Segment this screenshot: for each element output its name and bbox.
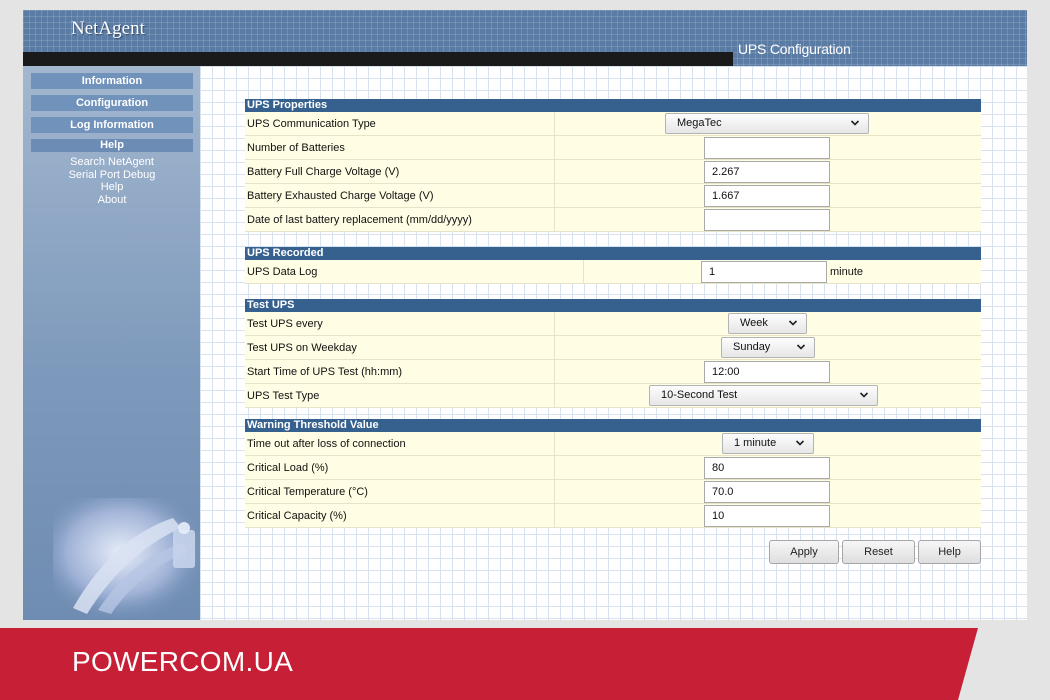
sidebar-help-header: Help xyxy=(31,139,193,152)
test-start-time-input[interactable]: 12:00 xyxy=(704,361,830,383)
row-test-type: UPS Test Type 10-Second Test xyxy=(245,384,981,408)
help-button[interactable]: Help xyxy=(918,540,981,564)
test-every-select[interactable]: Week xyxy=(728,313,807,334)
label-critical-load: Critical Load (%) xyxy=(247,462,329,474)
label-full-charge-voltage: Battery Full Charge Voltage (V) xyxy=(247,166,400,178)
timeout-select[interactable]: 1 minute xyxy=(722,433,814,454)
chevron-down-icon xyxy=(788,320,798,326)
test-weekday-select[interactable]: Sunday xyxy=(721,337,815,358)
row-divider xyxy=(554,184,555,207)
sidebar: Information Configuration Log Informatio… xyxy=(23,66,203,620)
decorative-illustration xyxy=(53,498,203,618)
row-timeout: Time out after loss of connection 1 minu… xyxy=(245,432,981,456)
label-test-weekday: Test UPS on Weekday xyxy=(247,342,357,354)
row-communication-type: UPS Communication Type MegaTec xyxy=(245,112,981,136)
row-divider xyxy=(554,136,555,159)
label-exhausted-charge-voltage: Battery Exhausted Charge Voltage (V) xyxy=(247,190,434,202)
reset-button[interactable]: Reset xyxy=(842,540,915,564)
row-divider xyxy=(554,504,555,527)
row-number-of-batteries: Number of Batteries xyxy=(245,136,981,160)
exhausted-charge-voltage-input[interactable]: 1.667 xyxy=(704,185,830,207)
critical-temperature-input[interactable]: 70.0 xyxy=(704,481,830,503)
footer-brand: POWERCOM.UA xyxy=(72,646,294,677)
row-divider xyxy=(554,208,555,231)
section-header-warning-threshold: Warning Threshold Value xyxy=(245,419,981,432)
test-weekday-value: Sunday xyxy=(733,341,771,353)
data-log-unit: minute xyxy=(830,266,864,278)
number-of-batteries-input[interactable] xyxy=(704,137,830,159)
header-dark-strip xyxy=(23,52,733,66)
label-test-start-time: Start Time of UPS Test (hh:mm) xyxy=(247,366,403,378)
test-every-value: Week xyxy=(740,317,768,329)
critical-load-input[interactable]: 80 xyxy=(704,457,830,479)
row-full-charge-voltage: Battery Full Charge Voltage (V) 2.267 xyxy=(245,160,981,184)
link-search-netagent[interactable]: Search NetAgent xyxy=(31,156,193,169)
label-test-type: UPS Test Type xyxy=(247,390,320,402)
row-data-log: UPS Data Log 1 minute xyxy=(245,260,981,284)
label-communication-type: UPS Communication Type xyxy=(247,118,376,130)
label-critical-capacity: Critical Capacity (%) xyxy=(247,510,347,522)
chevron-down-icon xyxy=(859,392,869,398)
main-content: UPS Properties UPS Communication Type Me… xyxy=(200,66,1027,620)
label-number-of-batteries: Number of Batteries xyxy=(247,142,345,154)
last-replacement-date-input[interactable] xyxy=(704,209,830,231)
row-test-every: Test UPS every Week xyxy=(245,312,981,336)
communication-type-value: MegaTec xyxy=(677,117,722,129)
timeout-value: 1 minute xyxy=(734,437,777,449)
page-title: UPS Configuration xyxy=(738,41,851,57)
link-about[interactable]: About xyxy=(31,194,193,207)
row-critical-temperature: Critical Temperature (°C) 70.0 xyxy=(245,480,981,504)
chevron-down-icon xyxy=(796,344,806,350)
netagent-logo: NetAgent xyxy=(71,18,145,39)
row-test-weekday: Test UPS on Weekday Sunday xyxy=(245,336,981,360)
section-header-ups-properties: UPS Properties xyxy=(245,99,981,112)
section-header-test-ups: Test UPS xyxy=(245,299,981,312)
chevron-down-icon xyxy=(795,440,805,446)
sidebar-tab-configuration[interactable]: Configuration xyxy=(31,95,193,111)
row-critical-capacity: Critical Capacity (%) 10 xyxy=(245,504,981,528)
sidebar-tab-information[interactable]: Information xyxy=(31,73,193,89)
row-divider xyxy=(554,480,555,503)
row-divider xyxy=(554,360,555,383)
section-header-ups-recorded: UPS Recorded xyxy=(245,247,981,260)
link-serial-port-debug[interactable]: Serial Port Debug xyxy=(31,169,193,182)
label-critical-temperature: Critical Temperature (°C) xyxy=(247,486,368,498)
full-charge-voltage-input[interactable]: 2.267 xyxy=(704,161,830,183)
netagent-window: NetAgent UPS Configuration Information C… xyxy=(23,10,1027,620)
row-divider xyxy=(554,432,555,455)
chevron-down-icon xyxy=(850,120,860,126)
row-divider xyxy=(554,112,555,135)
label-last-replacement-date: Date of last battery replacement (mm/dd/… xyxy=(247,214,472,226)
row-divider xyxy=(554,312,555,335)
label-timeout: Time out after loss of connection xyxy=(247,438,406,450)
row-divider xyxy=(554,336,555,359)
link-help[interactable]: Help xyxy=(31,181,193,194)
apply-button[interactable]: Apply xyxy=(769,540,839,564)
sidebar-tab-log-information[interactable]: Log Information xyxy=(31,117,193,133)
label-data-log: UPS Data Log xyxy=(247,266,318,278)
test-type-select[interactable]: 10-Second Test xyxy=(649,385,878,406)
row-divider xyxy=(554,160,555,183)
help-links-list: Search NetAgent Serial Port Debug Help A… xyxy=(31,156,193,207)
communication-type-select[interactable]: MegaTec xyxy=(665,113,869,134)
row-critical-load: Critical Load (%) 80 xyxy=(245,456,981,480)
label-test-every: Test UPS every xyxy=(247,318,323,330)
row-test-start-time: Start Time of UPS Test (hh:mm) 12:00 xyxy=(245,360,981,384)
row-divider xyxy=(554,384,555,407)
row-divider xyxy=(583,260,584,283)
row-divider xyxy=(554,456,555,479)
test-type-value: 10-Second Test xyxy=(661,389,738,401)
row-last-replacement-date: Date of last battery replacement (mm/dd/… xyxy=(245,208,981,232)
header-banner: NetAgent UPS Configuration xyxy=(23,10,1027,66)
row-exhausted-charge-voltage: Battery Exhausted Charge Voltage (V) 1.6… xyxy=(245,184,981,208)
data-log-input[interactable]: 1 xyxy=(701,261,827,283)
critical-capacity-input[interactable]: 10 xyxy=(704,505,830,527)
footer-banner: POWERCOM.UA xyxy=(0,628,978,700)
